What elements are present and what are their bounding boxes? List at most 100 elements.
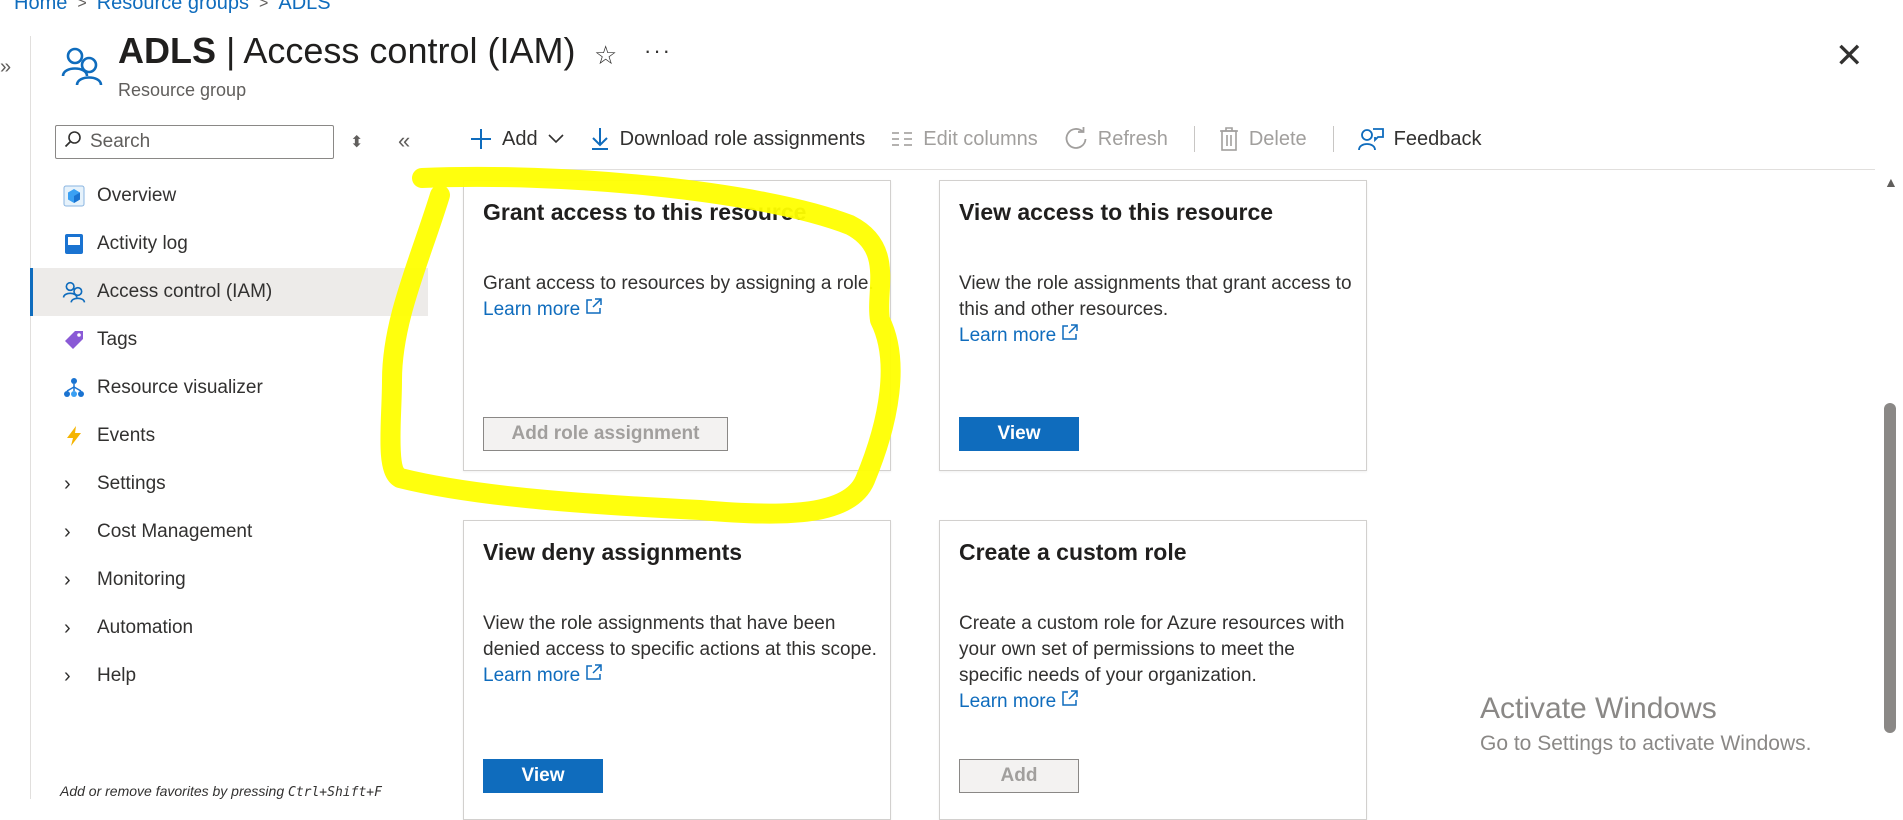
sidebar-nav: Overview Activity log Access control (IA… [30, 172, 428, 700]
view-deny-button[interactable]: View [483, 759, 603, 793]
activate-windows-watermark: Activate Windows Go to Settings to activ… [1480, 692, 1812, 756]
learn-more-link[interactable]: Learn more [959, 324, 1079, 346]
external-link-icon [1062, 324, 1079, 340]
edit-columns-label: Edit columns [923, 127, 1038, 150]
card-title: Grant access to this resource [483, 199, 807, 225]
chevron-down-icon [548, 134, 564, 144]
sidebar-item-label: Resource visualizer [97, 377, 263, 398]
card-description: Grant access to resources by assigning a… [483, 271, 883, 323]
card-view-access: View access to this resource View the ro… [939, 180, 1367, 471]
sidebar-item-settings[interactable]: › Settings [30, 460, 428, 508]
sidebar-item-label: Events [97, 425, 156, 446]
card-description-text: View the role assignments that grant acc… [959, 273, 1352, 320]
iam-people-icon [60, 44, 104, 93]
download-label: Download role assignments [619, 127, 866, 150]
card-title: View access to this resource [959, 199, 1274, 225]
collapse-sidebar-icon[interactable]: « [398, 128, 410, 154]
plus-icon [471, 129, 491, 149]
breadcrumb-adls[interactable]: ADLS [278, 0, 330, 15]
edit-columns-button[interactable]: Edit columns [891, 128, 1038, 151]
add-label: Add [502, 127, 538, 150]
sidebar-item-help[interactable]: › Help [30, 652, 428, 700]
add-custom-role-button[interactable]: Add [959, 759, 1079, 793]
card-description: Create a custom role for Azure resources… [959, 611, 1359, 715]
sidebar-item-label: Overview [97, 185, 177, 206]
chevron-right-icon: › [64, 664, 71, 687]
sidebar-item-label: Access control (IAM) [97, 281, 273, 302]
breadcrumb-home[interactable]: Home [14, 0, 67, 15]
overview-icon [60, 182, 88, 210]
view-access-button[interactable]: View [959, 417, 1079, 451]
breadcrumb-separator: > [259, 0, 269, 12]
sidebar-item-access-control[interactable]: Access control (IAM) [30, 268, 428, 316]
favorite-star-icon[interactable]: ☆ [594, 40, 617, 71]
card-description-text: Grant access to resources by assigning a… [483, 273, 874, 294]
learn-more-label: Learn more [483, 299, 581, 320]
trash-icon [1219, 127, 1238, 151]
scrollbar-thumb[interactable] [1884, 403, 1896, 733]
more-options-icon[interactable]: ··· [644, 38, 672, 64]
external-link-icon [1062, 690, 1079, 706]
breadcrumb-resource-groups[interactable]: Resource groups [97, 0, 249, 15]
learn-more-link[interactable]: Learn more [483, 298, 603, 320]
chevron-right-icon: › [64, 472, 71, 495]
sidebar-item-label: Cost Management [97, 521, 253, 542]
card-title: View deny assignments [483, 539, 743, 565]
tag-icon [60, 326, 88, 354]
learn-more-label: Learn more [959, 691, 1057, 712]
page-title: ADLS | Access control (IAM) [118, 30, 575, 72]
expand-sidebar-icon[interactable]: » [0, 56, 11, 79]
scroll-up-icon[interactable]: ▲ [1884, 174, 1898, 190]
add-button[interactable]: Add [470, 128, 564, 151]
close-icon[interactable]: ✕ [1835, 36, 1864, 76]
sidebar-item-activity-log[interactable]: Activity log [30, 220, 428, 268]
refresh-icon [1065, 127, 1087, 149]
learn-more-link[interactable]: Learn more [483, 664, 603, 686]
refresh-button[interactable]: Refresh [1064, 127, 1168, 151]
toolbar-divider-line [445, 169, 1875, 170]
card-description-text: Create a custom role for Azure resources… [959, 613, 1345, 686]
feedback-icon [1357, 128, 1384, 151]
card-create-custom-role: Create a custom role Create a custom rol… [939, 520, 1367, 820]
command-bar: Add Download role assignments Edit colum… [470, 126, 1507, 152]
sidebar-item-overview[interactable]: Overview [30, 172, 428, 220]
page-name: Access control (IAM) [243, 30, 576, 71]
sidebar-item-label: Activity log [97, 233, 188, 254]
title-separator: | [226, 30, 236, 71]
toolbar-divider [1193, 126, 1195, 152]
sidebar-item-label: Settings [97, 473, 166, 494]
chevron-right-icon: › [64, 616, 71, 639]
add-role-assignment-button[interactable]: Add role assignment [483, 417, 728, 451]
external-link-icon [586, 664, 603, 680]
visualizer-icon [60, 374, 88, 402]
sidebar-item-cost-management[interactable]: › Cost Management [30, 508, 428, 556]
events-icon [60, 422, 88, 450]
sidebar-item-resource-visualizer[interactable]: Resource visualizer [30, 364, 428, 412]
search-placeholder: Search [90, 131, 151, 152]
sidebar-item-automation[interactable]: › Automation [30, 604, 428, 652]
learn-more-label: Learn more [483, 665, 581, 686]
sidebar-item-label: Monitoring [97, 569, 186, 590]
feedback-label: Feedback [1393, 127, 1482, 150]
sort-icon[interactable]: ⬍ [350, 132, 363, 152]
sidebar-item-label: Automation [97, 617, 194, 638]
activity-log-icon [60, 230, 88, 258]
sidebar-item-monitoring[interactable]: › Monitoring [30, 556, 428, 604]
learn-more-link[interactable]: Learn more [959, 690, 1079, 712]
search-input[interactable]: Search [55, 125, 334, 159]
sidebar-item-events[interactable]: Events [30, 412, 428, 460]
favorites-hint: Add or remove favorites by pressing Ctrl… [60, 783, 382, 800]
card-description: View the role assignments that have been… [483, 611, 883, 689]
card-title: Create a custom role [959, 539, 1187, 565]
feedback-button[interactable]: Feedback [1357, 127, 1482, 151]
watermark-title: Activate Windows [1480, 692, 1717, 725]
page-subtitle: Resource group [118, 80, 247, 100]
sidebar-item-label: Tags [97, 329, 138, 350]
learn-more-label: Learn more [959, 325, 1057, 346]
delete-button[interactable]: Delete [1219, 127, 1307, 151]
edit-columns-icon [892, 132, 913, 146]
download-role-assignments-button[interactable]: Download role assignments [590, 127, 866, 151]
toolbar-divider [1332, 126, 1334, 152]
refresh-label: Refresh [1097, 127, 1168, 150]
sidebar-item-tags[interactable]: Tags [30, 316, 428, 364]
